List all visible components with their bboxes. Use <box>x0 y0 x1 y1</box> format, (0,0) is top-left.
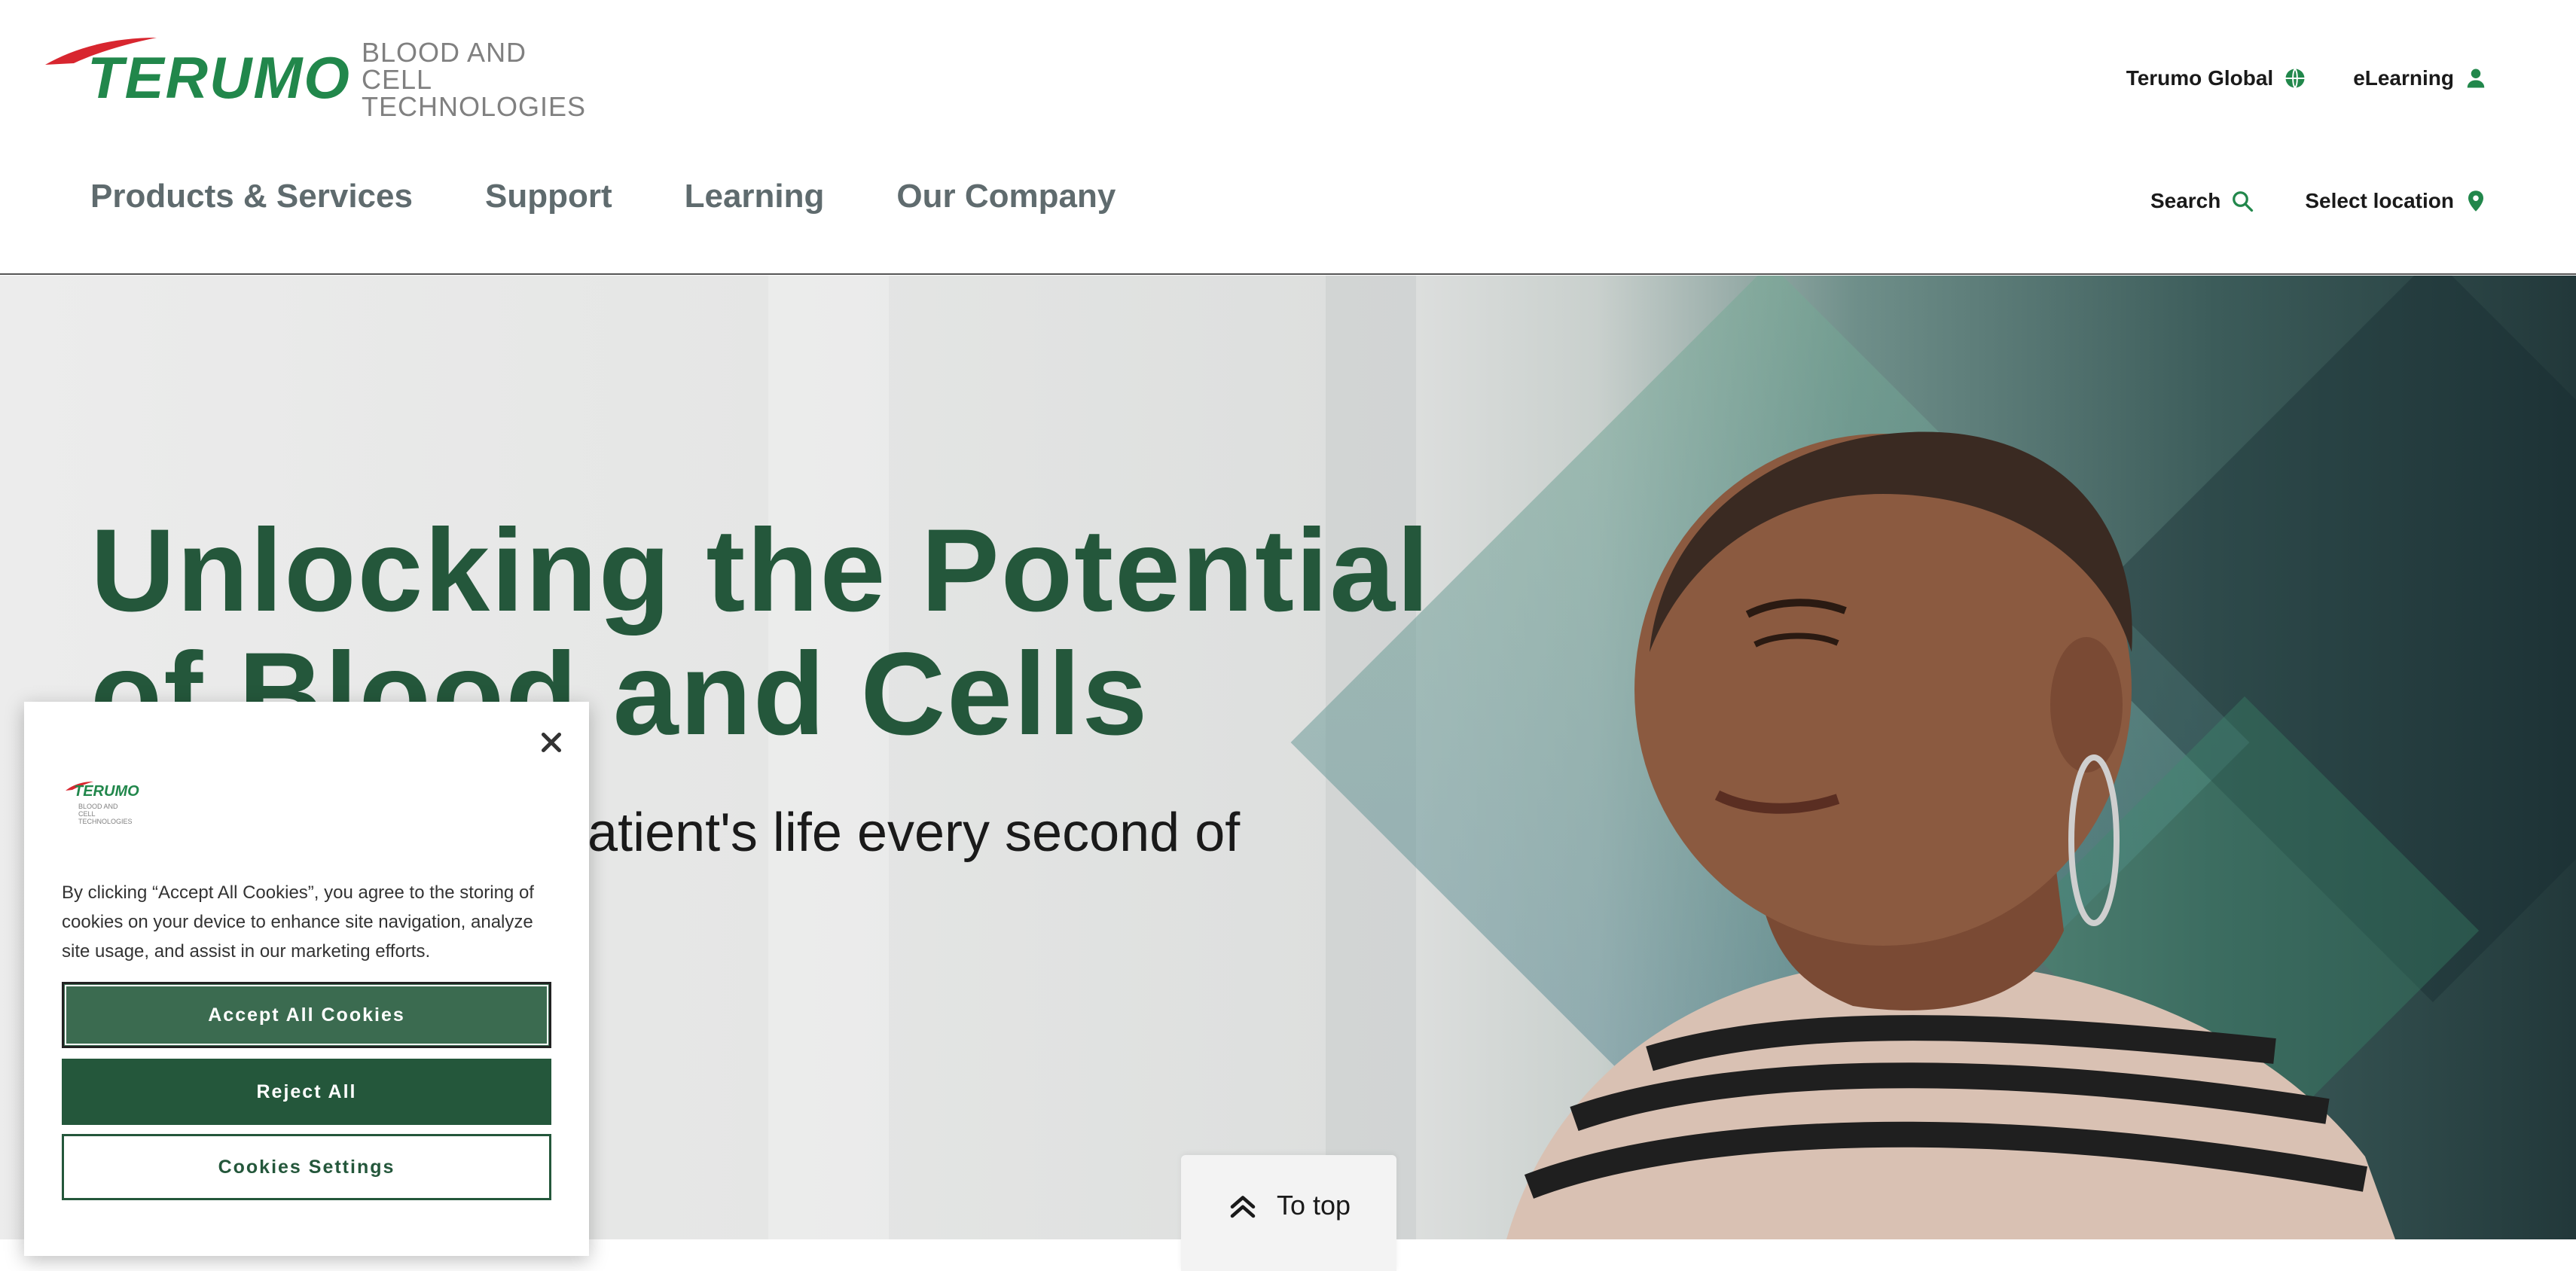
logo-sub-line1: BLOOD AND CELL <box>362 37 527 95</box>
search-button[interactable]: Search <box>2150 189 2254 213</box>
terumo-logo[interactable]: TERUMO BLOOD AND CELL TECHNOLOGIES <box>44 33 585 120</box>
terumo-global-link[interactable]: Terumo Global <box>2126 66 2307 90</box>
nav-our-company[interactable]: Our Company <box>896 178 1116 215</box>
close-icon[interactable] <box>538 729 565 756</box>
nav-support[interactable]: Support <box>485 178 612 215</box>
cookie-consent-dialog: TERUMO BLOOD AND CELL TECHNOLOGIES By cl… <box>24 702 589 1256</box>
cookie-consent-text: By clicking “Accept All Cookies”, you ag… <box>62 882 534 962</box>
search-label: Search <box>2150 189 2221 212</box>
cookies-settings-button[interactable]: Cookies Settings <box>62 1134 551 1200</box>
site-header: TERUMO BLOOD AND CELL TECHNOLOGIES Terum… <box>0 0 2576 275</box>
user-icon <box>2467 69 2485 88</box>
accept-all-cookies-button[interactable]: Accept All Cookies <box>62 982 551 1048</box>
logo-sub-line2: TECHNOLOGIES <box>362 91 587 122</box>
hero-title-line1: Unlocking the Potential <box>90 505 1431 636</box>
double-chevron-up-icon <box>1230 1196 1256 1218</box>
search-icon <box>2233 191 2254 212</box>
elearning-link[interactable]: eLearning <box>2353 66 2487 90</box>
to-top-button[interactable]: To top <box>1181 1155 1396 1271</box>
logo-subtitle: BLOOD AND CELL TECHNOLOGIES <box>362 39 586 120</box>
main-nav: Products & Services Support Learning Our… <box>90 178 1116 215</box>
cookie-logo-sub: BLOOD AND CELL TECHNOLOGIES <box>78 803 133 825</box>
logo-wordmark: TERUMO <box>87 44 351 111</box>
elearning-label: eLearning <box>2353 66 2454 90</box>
nav-learning[interactable]: Learning <box>685 178 825 215</box>
select-location-button[interactable]: Select location <box>2305 189 2487 213</box>
map-pin-icon <box>2468 190 2483 212</box>
cookie-banner-logo: TERUMO BLOOD AND CELL TECHNOLOGIES <box>65 780 200 825</box>
utility-nav-bottom: Search Select location <box>2150 189 2487 213</box>
globe-icon <box>2285 68 2305 89</box>
utility-nav-top: Terumo Global eLearning <box>2126 66 2487 90</box>
cookie-logo-word: TERUMO <box>74 783 139 800</box>
select-location-label: Select location <box>2305 189 2454 212</box>
hero-person-image <box>1506 431 2395 1239</box>
reject-all-button[interactable]: Reject All <box>62 1059 551 1125</box>
nav-products-services[interactable]: Products & Services <box>90 178 413 215</box>
to-top-label: To top <box>1276 1190 1351 1221</box>
terumo-global-label: Terumo Global <box>2126 66 2274 90</box>
